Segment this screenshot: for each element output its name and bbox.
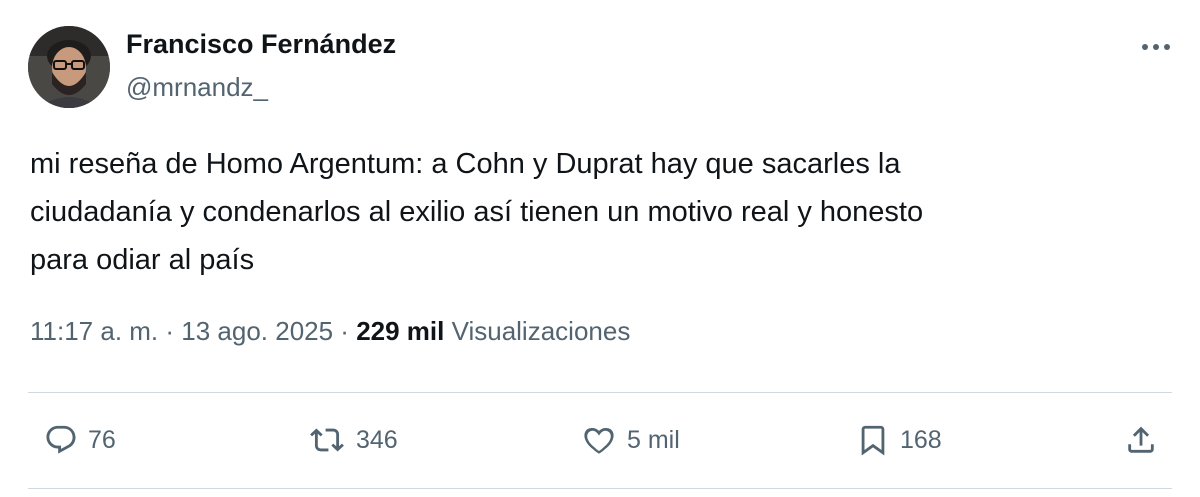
display-name[interactable]: Francisco Fernández — [126, 29, 396, 60]
reply-count: 76 — [88, 425, 116, 454]
reply-button[interactable]: 76 — [44, 418, 116, 462]
bookmark-button[interactable]: 168 — [856, 418, 942, 462]
tweet-meta: 11:17 a. m. · 13 ago. 2025 · 229 mil Vis… — [30, 316, 630, 347]
tweet-text: mi reseña de Homo Argentum: a Cohn y Dup… — [30, 148, 924, 276]
meta-separator: · — [158, 316, 182, 346]
like-count: 5 mil — [627, 425, 680, 454]
avatar[interactable] — [28, 26, 110, 108]
share-button[interactable] — [1124, 418, 1158, 462]
heart-icon — [584, 427, 614, 454]
share-icon — [1128, 426, 1154, 453]
retweet-count: 346 — [356, 425, 398, 454]
avatar-image — [28, 26, 110, 108]
retweet-button[interactable]: 346 — [308, 418, 398, 462]
like-button[interactable]: 5 mil — [581, 418, 680, 462]
bookmark-icon — [861, 425, 885, 456]
tweet-time[interactable]: 11:17 a. m. — [30, 316, 158, 346]
views-label: Visualizaciones — [444, 316, 631, 346]
views-count: 229 mil — [356, 316, 445, 346]
reply-icon — [46, 425, 76, 454]
tweet-card: Francisco Fernández @mrnandz_ mi reseña … — [0, 0, 1200, 497]
more-button[interactable] — [1134, 32, 1178, 62]
divider — [28, 488, 1172, 489]
more-horizontal-icon — [1142, 44, 1170, 50]
bookmark-count: 168 — [900, 425, 942, 454]
retweet-icon — [310, 428, 344, 452]
meta-separator: · — [333, 316, 357, 346]
divider — [28, 392, 1172, 393]
user-handle[interactable]: @mrnandz_ — [126, 72, 268, 103]
tweet-date[interactable]: 13 ago. 2025 — [181, 316, 333, 346]
